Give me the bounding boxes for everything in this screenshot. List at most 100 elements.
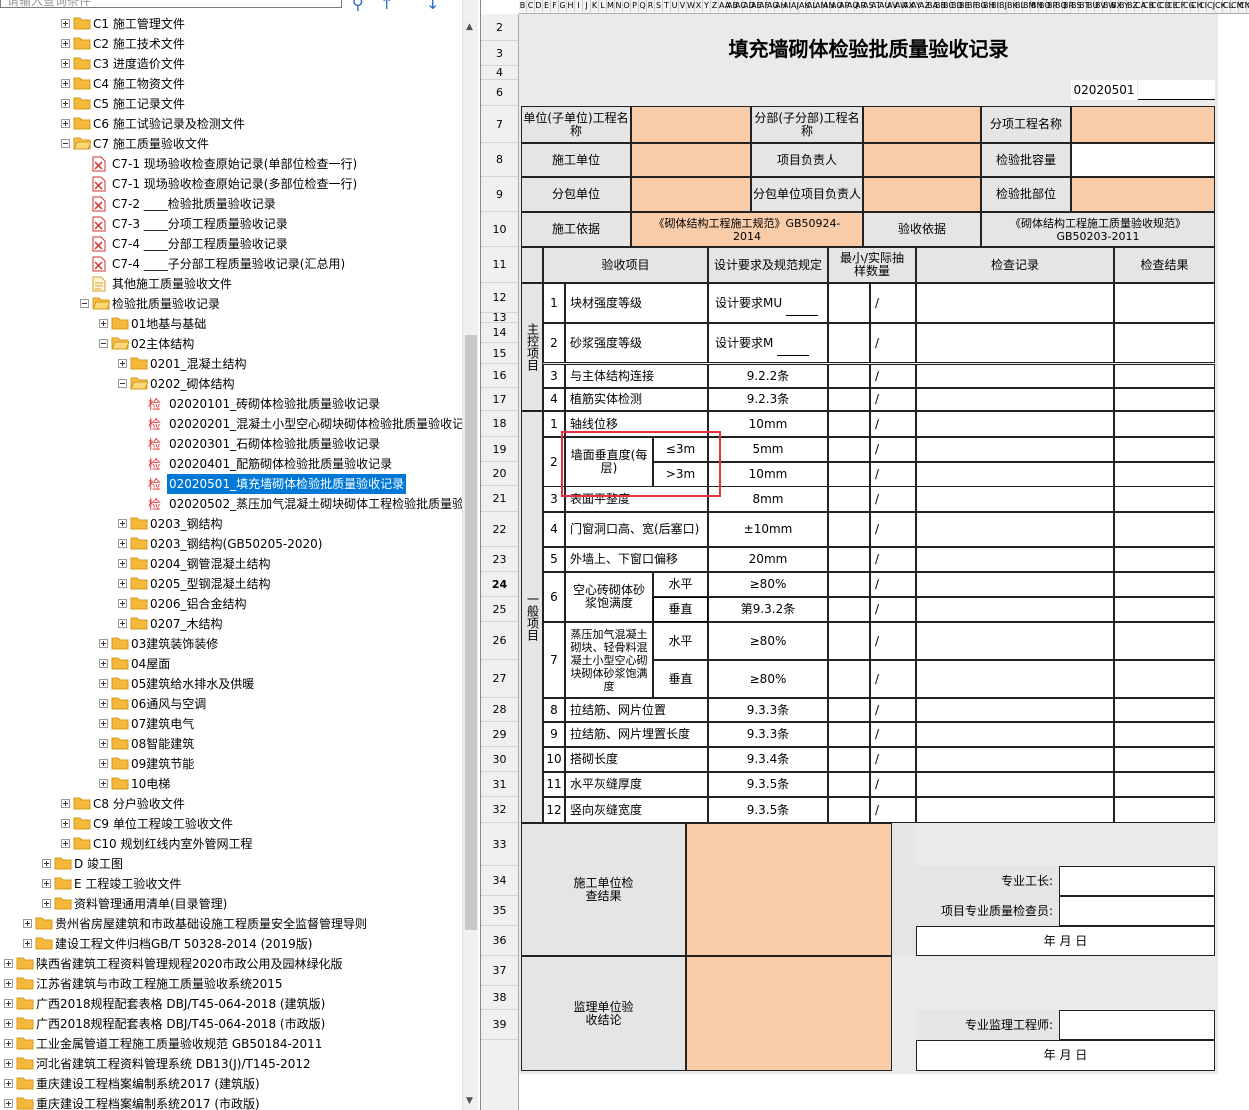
expand-toggle-icon[interactable] (118, 599, 127, 608)
row-number[interactable]: 12 (481, 283, 518, 313)
column-letter[interactable]: G (559, 0, 567, 12)
expand-toggle-icon[interactable] (99, 719, 108, 728)
expand-toggle-icon[interactable] (61, 59, 70, 68)
tree-item[interactable]: 重庆建设工程档案编制系统2017 (建筑版) (0, 1074, 462, 1094)
check-record[interactable] (916, 364, 1114, 388)
unit-value[interactable] (631, 106, 751, 143)
expand-toggle-icon[interactable] (4, 999, 13, 1008)
check-record[interactable] (916, 572, 1114, 597)
tree-item[interactable]: 检 02020502_蒸压加气混凝土砌块砌体工程检验批质量验收记录 (0, 494, 462, 514)
sample-actual[interactable]: / (870, 323, 916, 363)
expand-toggle-icon[interactable] (99, 339, 108, 348)
column-letter[interactable]: BY (1119, 0, 1129, 12)
row-number[interactable]: 10 (481, 212, 518, 247)
check-record[interactable] (916, 411, 1114, 437)
column-letter[interactable]: AX (903, 0, 914, 12)
sample-actual[interactable]: / (870, 660, 916, 698)
column-letter[interactable]: K (591, 0, 599, 12)
date-field-2[interactable]: 年 月 日 (916, 1040, 1215, 1071)
column-letter[interactable]: CN (1239, 0, 1249, 12)
column-letter[interactable]: CI (1199, 0, 1207, 12)
sample-actual[interactable]: / (870, 283, 916, 323)
tree-item[interactable]: 检 02020301_石砌体检验批质量验收记录 (0, 434, 462, 454)
expand-toggle-icon[interactable] (99, 699, 108, 708)
tree-item[interactable]: 贵州省房屋建筑和市政基础设施工程质量安全监督管理导则 (0, 914, 462, 934)
column-letter[interactable]: BQ (1055, 0, 1067, 12)
check-result[interactable] (1114, 462, 1215, 487)
column-letter[interactable]: CC (1151, 0, 1162, 12)
column-letter[interactable]: AG (767, 0, 779, 12)
column-letter[interactable]: AV (887, 0, 897, 12)
column-letter[interactable]: AZ (919, 0, 930, 12)
expand-toggle-icon[interactable] (61, 19, 70, 28)
column-letter[interactable]: AY (911, 0, 921, 12)
tree-item[interactable]: C9 单位工程竣工验收文件 (0, 814, 462, 834)
tree-item[interactable]: 0204_钢管混凝土结构 (0, 554, 462, 574)
tree-item[interactable]: C4 施工物资文件 (0, 74, 462, 94)
row-number[interactable]: 20 (481, 462, 518, 486)
search-icon[interactable]: ⚲ (352, 0, 364, 13)
column-letter[interactable]: AE (751, 0, 762, 12)
check-record[interactable] (916, 462, 1114, 487)
expand-toggle-icon[interactable] (42, 859, 51, 868)
sample-min[interactable] (828, 572, 870, 597)
column-letter[interactable]: BT (1079, 0, 1089, 12)
column-letter[interactable]: H (567, 0, 575, 12)
check-result[interactable] (1114, 747, 1215, 772)
expand-toggle-icon[interactable] (4, 979, 13, 988)
date-field-1[interactable]: 年 月 日 (916, 926, 1215, 956)
expand-toggle-icon[interactable] (118, 539, 127, 548)
tree-item[interactable]: D 竣工图 (0, 854, 462, 874)
expand-toggle-icon[interactable] (118, 579, 127, 588)
column-letter[interactable]: CE (1167, 0, 1178, 12)
tree-item[interactable]: 09建筑节能 (0, 754, 462, 774)
check-result[interactable] (1114, 622, 1215, 660)
column-letter[interactable]: N (615, 0, 623, 12)
sample-min[interactable] (828, 747, 870, 772)
check-record[interactable] (916, 660, 1114, 698)
basis-value[interactable]: 《砌体结构工程施工规范》GB50924-2014 (631, 212, 863, 247)
column-letter[interactable]: BJ (999, 0, 1007, 12)
sample-actual[interactable]: / (870, 437, 916, 462)
row-number[interactable]: 25 (481, 597, 518, 622)
column-letter[interactable]: CM (1231, 0, 1244, 12)
tree-item[interactable]: 检 02020101_砖砌体检验批质量验收记录 (0, 394, 462, 414)
check-result[interactable] (1114, 411, 1215, 437)
expand-toggle-icon[interactable] (61, 819, 70, 828)
row-number[interactable]: 2 (481, 14, 518, 41)
row-number[interactable]: 35 (481, 896, 518, 926)
tree-item[interactable]: 江苏省建筑与市政工程施工质量验收系统2015 (0, 974, 462, 994)
column-letter[interactable]: CK (1215, 0, 1226, 12)
expand-toggle-icon[interactable] (80, 299, 89, 308)
sample-min[interactable] (828, 622, 870, 660)
tree-item[interactable]: 08智能建筑 (0, 734, 462, 754)
row-number[interactable]: 16 (481, 364, 518, 388)
column-letter[interactable]: C (527, 0, 535, 12)
column-letter[interactable]: U (671, 0, 679, 12)
tree-item[interactable]: C7 施工质量验收文件 (0, 134, 462, 154)
sample-min[interactable] (828, 283, 870, 323)
column-letter[interactable]: W (687, 0, 695, 12)
expand-toggle-icon[interactable] (118, 519, 127, 528)
sample-actual[interactable]: / (870, 797, 916, 823)
inspector-value[interactable] (1059, 896, 1215, 926)
sample-actual[interactable]: / (870, 747, 916, 772)
column-letter[interactable]: T (663, 0, 671, 12)
column-letter[interactable]: AI (783, 0, 791, 12)
sample-actual[interactable]: / (870, 388, 916, 411)
expand-toggle-icon[interactable] (61, 799, 70, 808)
tree-item[interactable]: C1 施工管理文件 (0, 14, 462, 34)
sample-min[interactable] (828, 486, 870, 512)
check-record[interactable] (916, 323, 1114, 363)
column-letter[interactable]: BW (1103, 0, 1116, 12)
sample-min[interactable] (828, 512, 870, 547)
sample-actual[interactable]: / (870, 597, 916, 622)
column-letter[interactable]: BF (967, 0, 977, 12)
check-result[interactable] (1114, 797, 1215, 823)
expand-toggle-icon[interactable] (118, 619, 127, 628)
row-number[interactable]: 33 (481, 823, 518, 866)
down-arrow-icon[interactable]: ↓ (426, 0, 439, 13)
row-number[interactable]: 17 (481, 388, 518, 411)
subdiv-value[interactable] (863, 106, 981, 143)
expand-toggle-icon[interactable] (61, 79, 70, 88)
